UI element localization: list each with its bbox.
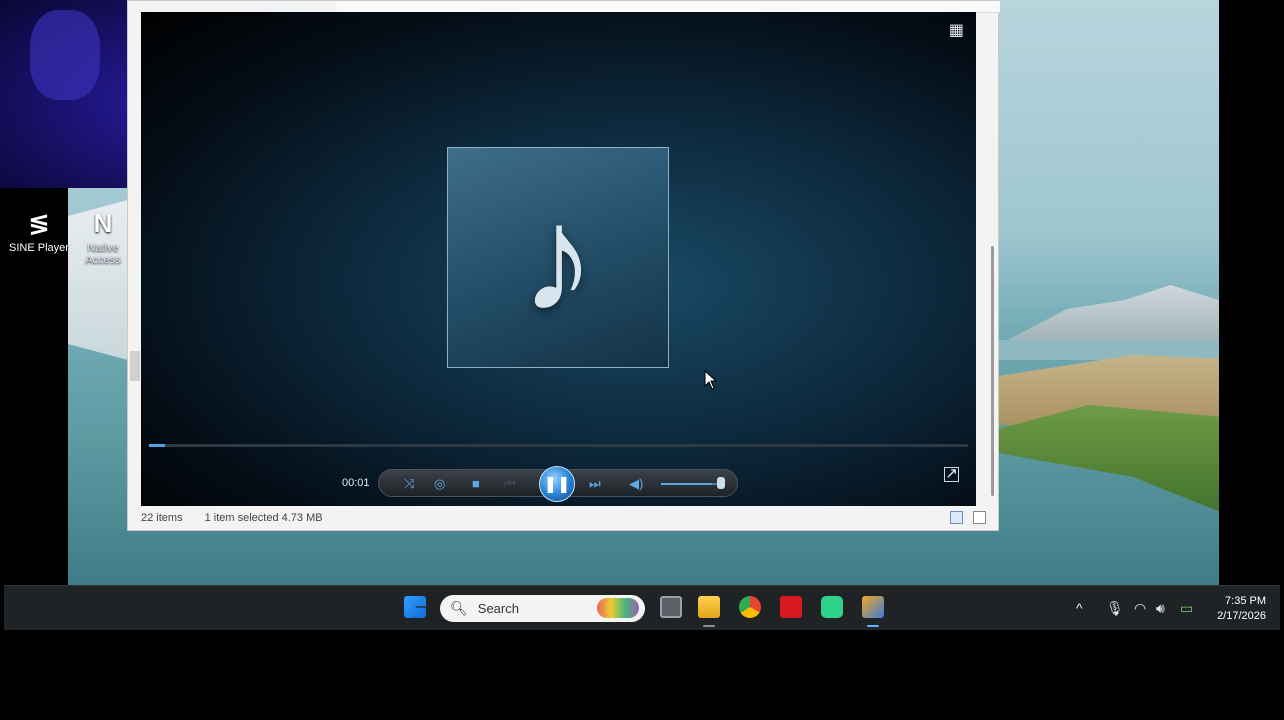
native-access-icon: N <box>93 208 113 238</box>
task-view-icon[interactable] <box>660 596 682 618</box>
repeat-icon[interactable]: ◎ <box>434 476 445 492</box>
clock-time: 7:35 PM <box>1225 595 1266 607</box>
desktop-icon-label: Native Access <box>85 242 121 266</box>
details-view-button[interactable] <box>950 511 963 524</box>
clock[interactable]: 7:35 PM 2/17/2026 <box>1217 594 1266 624</box>
taskbar: 🔍︎ Search ^ 🎙︎ ◠ 🔊︎ ▭ 7:35 PM 2/17/2026 <box>4 585 1280 630</box>
selected-count: 1 item selected <box>204 512 279 524</box>
webcam-shape <box>30 10 100 100</box>
amd-icon[interactable] <box>780 596 802 618</box>
media-player-window: ▦ ♪ 00:01 ⤨ ◎ ■ ⏮ ❚❚ ⏭ ◀) ↗ <box>141 12 976 506</box>
volume-thumb[interactable] <box>717 477 725 489</box>
album-art: ♪ <box>447 147 669 368</box>
view-toggle <box>950 511 986 524</box>
seek-bar[interactable] <box>149 444 968 447</box>
wallpaper-lake <box>998 340 1219 360</box>
pause-button[interactable]: ❚❚ <box>539 466 575 502</box>
next-icon[interactable]: ⏭ <box>589 476 601 492</box>
tray-overflow-icon[interactable]: ^ <box>1076 600 1083 616</box>
fullscreen-icon[interactable]: ↗ <box>944 466 959 482</box>
search-highlight-art <box>597 598 639 618</box>
volume-level <box>661 483 712 485</box>
volume-icon[interactable]: 🔊︎ <box>1156 600 1165 617</box>
media-player-icon[interactable] <box>862 596 884 618</box>
pause-icon: ❚❚ <box>543 476 571 493</box>
windows-start-icon[interactable] <box>404 596 426 618</box>
wallpaper-mountain <box>998 285 1219 345</box>
selection-info: 1 item selected 4.73 MB <box>205 512 323 524</box>
wallpaper-meadow <box>998 405 1219 513</box>
chrome-icon[interactable] <box>739 596 761 618</box>
wifi-icon[interactable]: ◠ <box>1134 600 1146 617</box>
mute-icon[interactable]: ◀) <box>629 476 643 492</box>
switch-to-library-icon[interactable]: ▦ <box>949 20 964 40</box>
taskbar-search[interactable]: 🔍︎ Search <box>440 595 645 622</box>
volume-slider[interactable] <box>661 483 721 485</box>
seek-progress <box>149 444 166 447</box>
playback-controls: ⤨ ◎ ■ ⏮ ❚❚ ⏭ ◀) <box>378 466 738 502</box>
file-explorer-icon[interactable] <box>698 596 720 618</box>
tiles-view-button[interactable] <box>973 511 986 524</box>
desktop-icon-sine-player[interactable]: ≶ SINE Player <box>8 208 70 254</box>
explorer-scrollbar[interactable] <box>991 246 994 496</box>
sine-player-icon: ≶ <box>28 208 50 238</box>
music-note-icon: ♪ <box>520 173 596 342</box>
android-app-icon[interactable] <box>821 596 843 618</box>
shuffle-icon[interactable]: ⤨ <box>404 476 414 492</box>
search-icon: 🔍︎ <box>450 600 468 616</box>
stop-icon[interactable]: ■ <box>472 476 480 491</box>
microphone-icon[interactable]: 🎙︎ <box>1106 600 1124 617</box>
active-indicator <box>867 625 879 627</box>
explorer-nav-scrollbar[interactable] <box>130 351 140 381</box>
items-count: 22 items <box>141 512 183 524</box>
clock-date: 2/17/2026 <box>1217 610 1266 622</box>
selected-size: 4.73 MB <box>281 512 323 524</box>
search-placeholder: Search <box>477 601 519 616</box>
desktop-icon-native-access[interactable]: N Native Access <box>78 208 128 266</box>
previous-icon[interactable]: ⏮ <box>504 476 516 492</box>
elapsed-time: 00:01 <box>342 477 370 489</box>
running-indicator <box>703 625 715 627</box>
desktop-icon-label: SINE Player <box>9 242 69 254</box>
battery-icon[interactable]: ▭ <box>1180 600 1193 617</box>
explorer-statusbar: 22 items 1 item selected 4.73 MB <box>128 506 998 530</box>
